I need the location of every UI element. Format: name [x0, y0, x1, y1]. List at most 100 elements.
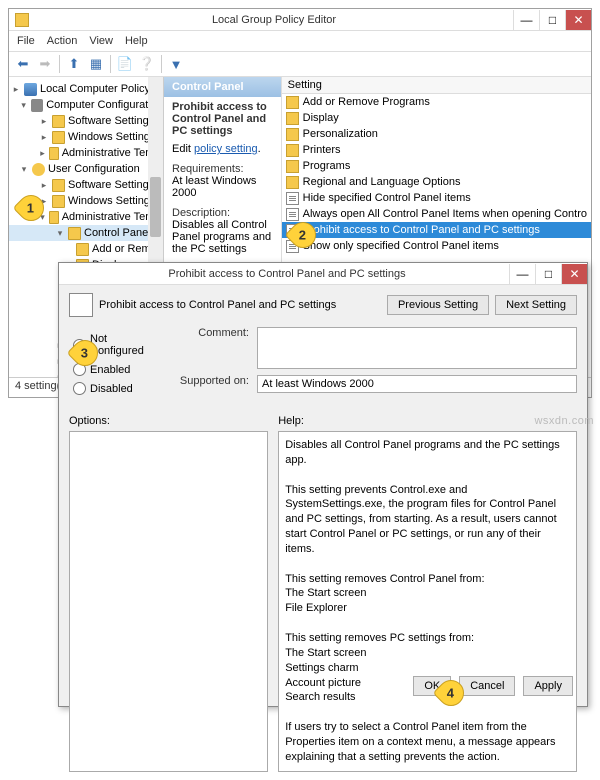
folder-icon	[52, 115, 65, 128]
col-setting[interactable]: Setting	[282, 77, 591, 94]
desc-label: Description:	[172, 207, 273, 219]
setting-icon	[286, 224, 299, 237]
separator	[110, 55, 111, 73]
gpe-titlebar[interactable]: Local Group Policy Editor — □ ✕	[9, 9, 591, 31]
up-icon[interactable]: ⬆	[64, 54, 84, 74]
tree-win-settings-u[interactable]: ▸ Windows Settings	[9, 193, 163, 209]
maximize-button[interactable]: □	[539, 10, 565, 30]
ok-button[interactable]: OK	[413, 676, 451, 696]
maximize-button[interactable]: □	[535, 264, 561, 284]
list-item[interactable]: Show only specified Control Panel items	[282, 238, 591, 254]
edit-policy-link[interactable]: policy setting	[194, 143, 258, 155]
menu-view[interactable]: View	[89, 35, 113, 47]
radio-input[interactable]	[73, 382, 86, 395]
help-pane: Help: Disables all Control Panel program…	[278, 415, 577, 772]
gpe-window-buttons: — □ ✕	[513, 10, 591, 30]
tree-label: Windows Settings	[68, 131, 155, 143]
menu-action[interactable]: Action	[47, 35, 78, 47]
list-item[interactable]: Display	[282, 110, 591, 126]
export-icon[interactable]: 📄	[115, 54, 135, 74]
help-label: Help:	[278, 415, 577, 427]
apply-button[interactable]: Apply	[523, 676, 573, 696]
details-header: Control Panel	[164, 77, 281, 97]
list-item[interactable]: Add or Remove Programs	[282, 94, 591, 110]
gpe-title: Local Group Policy Editor	[35, 14, 513, 26]
radio-disabled[interactable]: Disabled	[73, 382, 159, 395]
supported-field: At least Windows 2000	[257, 375, 577, 393]
dlg-titlebar[interactable]: Prohibit access to Control Panel and PC …	[59, 263, 587, 285]
dlg-window-buttons: — □ ✕	[509, 264, 587, 284]
list-item[interactable]: Hide specified Control Panel items	[282, 190, 591, 206]
list-item[interactable]: Regional and Language Options	[282, 174, 591, 190]
dlg-footer: OK Cancel Apply	[413, 676, 573, 696]
folder-icon	[49, 211, 59, 224]
collapse-icon[interactable]: ▾	[55, 228, 65, 239]
help-box[interactable]: Disables all Control Panel programs and …	[278, 431, 577, 772]
expand-icon[interactable]: ▸	[39, 180, 49, 191]
tree-admin-templ-u[interactable]: ▾Administrative Templ	[9, 209, 163, 225]
expand-icon[interactable]: ▸	[39, 196, 49, 207]
minimize-button[interactable]: —	[513, 10, 539, 30]
list-item[interactable]: Always open All Control Panel Items when…	[282, 206, 591, 222]
tree-user-config[interactable]: ▾User Configuration	[9, 161, 163, 177]
panes: Options: Help: Disables all Control Pane…	[69, 415, 577, 772]
next-setting-button[interactable]: Next Setting	[495, 295, 577, 315]
scrollbar-thumb[interactable]	[150, 177, 161, 237]
policy-icon	[24, 83, 37, 96]
tree-cp-child[interactable]: Add or Remov	[9, 241, 163, 257]
gpe-menubar: File Action View Help	[9, 31, 591, 51]
state-radios: Not Configured Enabled Disabled	[73, 333, 159, 395]
tree-control-panel[interactable]: ▾ Control Panel	[9, 225, 163, 241]
tree-label: Windows Settings	[68, 195, 155, 207]
list-item[interactable]: Programs	[282, 158, 591, 174]
expand-icon[interactable]: ▸	[39, 116, 49, 127]
setting-dialog: Prohibit access to Control Panel and PC …	[58, 262, 588, 707]
collapse-icon[interactable]: ▾	[39, 212, 46, 223]
setting-icon	[286, 240, 299, 253]
radio-input[interactable]	[73, 363, 86, 376]
show-hide-tree-icon[interactable]: ▦	[86, 54, 106, 74]
collapse-icon[interactable]: ▸	[11, 84, 21, 95]
collapse-icon[interactable]: ▾	[19, 164, 29, 175]
supported-label: Supported on:	[179, 375, 249, 393]
field-column: Comment: Supported on: At least Windows …	[179, 327, 577, 405]
tree-label: Computer Configuration	[46, 99, 163, 111]
options-box[interactable]	[69, 431, 268, 772]
expand-icon[interactable]: ▸	[39, 148, 46, 159]
tree-sw-settings-u[interactable]: ▸Software Settings	[9, 177, 163, 193]
expand-icon[interactable]: ▸	[39, 132, 49, 143]
tree-root[interactable]: ▸Local Computer Policy	[9, 81, 163, 97]
close-button[interactable]: ✕	[565, 10, 591, 30]
tree-computer-config[interactable]: ▾ Computer Configuration	[9, 97, 163, 113]
tree-label: Control Panel	[84, 227, 151, 239]
previous-setting-button[interactable]: Previous Setting	[387, 295, 489, 315]
tree-win-settings[interactable]: ▸ Windows Settings	[9, 129, 163, 145]
list-item[interactable]: Printers	[282, 142, 591, 158]
tree-admin-templ[interactable]: ▸Administrative Templ	[9, 145, 163, 161]
back-icon[interactable]: ⬅	[13, 54, 33, 74]
folder-icon	[52, 179, 65, 192]
list-item-selected[interactable]: Prohibit access to Control Panel and PC …	[282, 222, 591, 238]
comment-field[interactable]	[257, 327, 577, 369]
folder-icon	[76, 243, 89, 256]
list-item[interactable]: Personalization	[282, 126, 591, 142]
details-title: Prohibit access to Control Panel and PC …	[172, 101, 273, 137]
minimize-button[interactable]: —	[509, 264, 535, 284]
menu-file[interactable]: File	[17, 35, 35, 47]
dlg-header: Prohibit access to Control Panel and PC …	[69, 293, 577, 317]
menu-help[interactable]: Help	[125, 35, 148, 47]
filter-icon[interactable]: ▼	[166, 54, 186, 74]
folder-icon	[286, 176, 299, 189]
cancel-button[interactable]: Cancel	[459, 676, 515, 696]
computer-icon	[31, 99, 43, 112]
radio-enabled[interactable]: Enabled	[73, 363, 159, 376]
close-button[interactable]: ✕	[561, 264, 587, 284]
watermark: wsxdn.com	[534, 415, 594, 427]
radio-input[interactable]	[73, 339, 86, 352]
tree-sw-settings[interactable]: ▸Software Settings	[9, 113, 163, 129]
help-icon[interactable]: ❔	[137, 54, 157, 74]
forward-icon[interactable]: ➡	[35, 54, 55, 74]
radio-not-configured[interactable]: Not Configured	[73, 333, 159, 357]
collapse-icon[interactable]: ▾	[19, 100, 28, 111]
setting-icon	[69, 293, 93, 317]
